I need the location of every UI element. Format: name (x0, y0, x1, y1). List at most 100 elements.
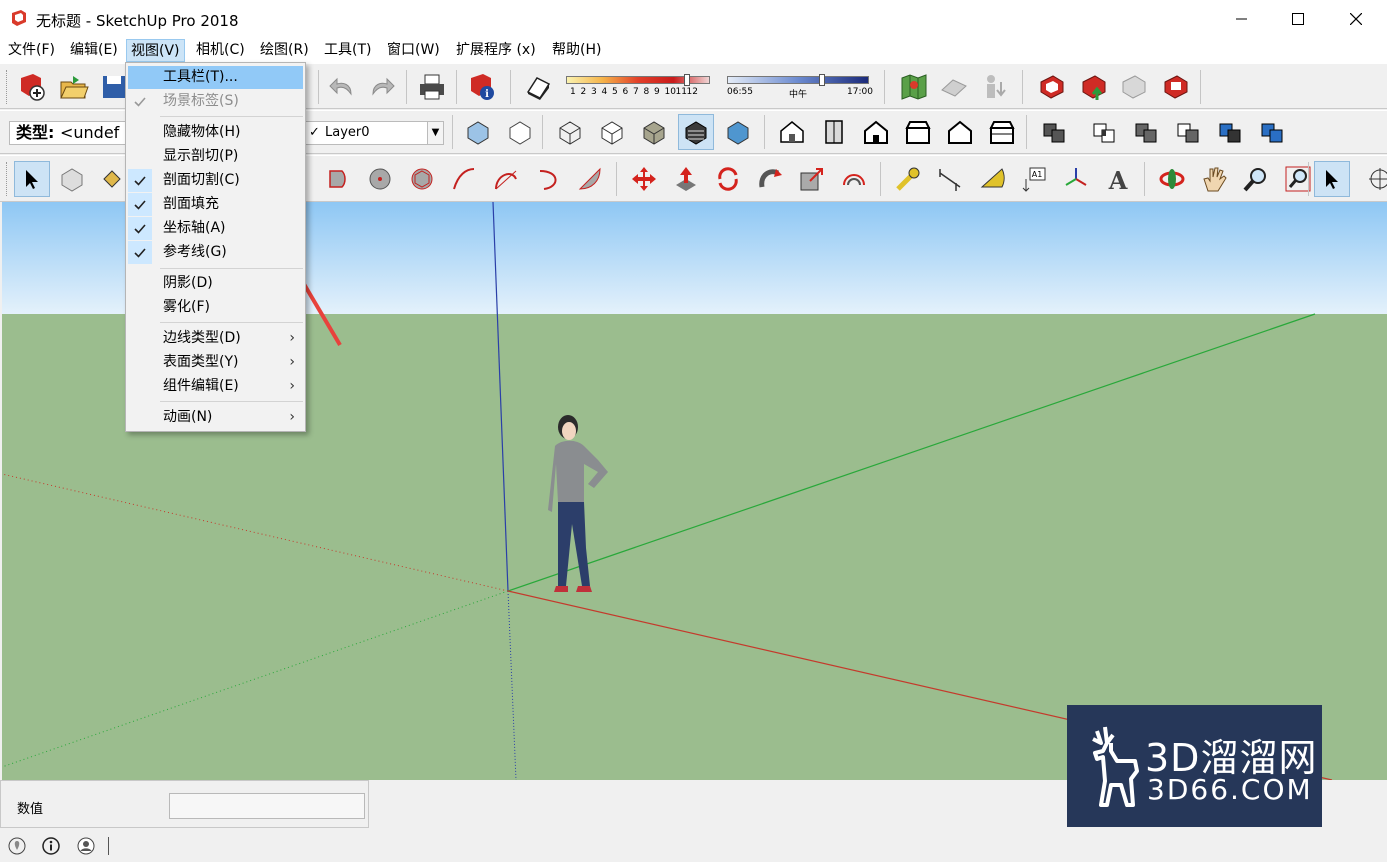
3d-warehouse-button[interactable] (1034, 69, 1070, 105)
push-pull-tool-button[interactable] (668, 161, 704, 197)
iso-view-button[interactable] (774, 114, 810, 150)
3pt-arc-tool-button[interactable] (530, 161, 566, 197)
split-button[interactable] (1254, 114, 1290, 150)
move-tool-button[interactable] (626, 161, 662, 197)
menu-item-face-style[interactable]: 表面类型(Y) › (128, 351, 303, 374)
scale-tool-button[interactable] (794, 161, 830, 197)
shadows-toggle-button[interactable] (520, 69, 556, 105)
pan-tool-button[interactable] (1196, 161, 1232, 197)
month-slider-thumb[interactable] (684, 74, 690, 86)
toolbar-grip[interactable] (6, 70, 9, 104)
menu-camera[interactable]: 相机(C) (192, 39, 249, 62)
shaded-textures-button[interactable] (678, 114, 714, 150)
rotate-tool-button[interactable] (710, 161, 746, 197)
pie-arc-tool-button[interactable] (572, 161, 608, 197)
trim-button[interactable] (1212, 114, 1248, 150)
tape-measure-button[interactable] (890, 161, 926, 197)
menu-item-fog[interactable]: 雾化(F) (128, 296, 303, 319)
protractor-button[interactable] (974, 161, 1010, 197)
top-view-button[interactable] (816, 114, 852, 150)
dimension-tool-button[interactable] (932, 161, 968, 197)
menu-item-hidden-geometry[interactable]: 隐藏物体(H) (128, 121, 303, 144)
dropdown-arrow-icon[interactable]: ▼ (427, 122, 443, 144)
hidden-line-button[interactable] (594, 114, 630, 150)
share-component-button[interactable] (1116, 69, 1152, 105)
menu-item-scene-tabs[interactable]: 场景标签(S) (128, 90, 303, 113)
shadow-time-slider[interactable]: 06:55 中午 17:00 (727, 74, 873, 102)
sketchup-app-icon (12, 10, 26, 26)
monochrome-button[interactable] (720, 114, 756, 150)
back-view-button[interactable] (942, 114, 978, 150)
outer-shell-button[interactable] (1036, 114, 1072, 150)
intersect-button[interactable] (1086, 114, 1122, 150)
menu-tools[interactable]: 工具(T) (320, 39, 375, 62)
menu-item-section-cuts[interactable]: 剖面切割(C) (128, 169, 303, 192)
menu-window[interactable]: 窗口(W) (383, 39, 444, 62)
share-model-button[interactable] (1076, 69, 1112, 105)
menu-view[interactable]: 视图(V) (126, 39, 185, 62)
position-camera-button[interactable] (1356, 161, 1387, 197)
text-tool-button[interactable]: A1 (1016, 161, 1052, 197)
open-file-button[interactable] (56, 69, 92, 105)
make-component-button[interactable] (54, 161, 90, 197)
wireframe-button[interactable] (552, 114, 588, 150)
2pt-arc-tool-button[interactable] (488, 161, 524, 197)
offset-tool-button[interactable] (836, 161, 872, 197)
select-tool-button[interactable] (14, 161, 50, 197)
time-start-label: 06:55 (727, 87, 753, 97)
shadow-month-slider[interactable]: 1 2 3 4 5 6 7 8 9 10 11 12 (566, 74, 714, 102)
extension-warehouse-button[interactable] (1158, 69, 1194, 105)
toolbar-grip[interactable] (6, 162, 9, 196)
orbit-tool-button[interactable] (1154, 161, 1190, 197)
toggle-terrain-button[interactable] (936, 69, 972, 105)
minimize-button[interactable] (1214, 0, 1270, 38)
menu-item-component-edit[interactable]: 组件编辑(E) › (128, 375, 303, 398)
polygon-tool-button[interactable] (404, 161, 440, 197)
select-tool-secondary-button[interactable] (1314, 161, 1350, 197)
3d-text-button[interactable]: A (1100, 161, 1136, 197)
right-view-button[interactable] (900, 114, 936, 150)
menu-help[interactable]: 帮助(H) (548, 39, 605, 62)
back-edges-button[interactable] (502, 114, 538, 150)
undo-button[interactable] (324, 69, 360, 105)
credits-status-button[interactable] (42, 837, 60, 855)
new-file-button[interactable] (14, 69, 50, 105)
pie-tool-button[interactable] (320, 161, 356, 197)
account-status-button[interactable] (77, 837, 95, 855)
menu-item-edge-style[interactable]: 边线类型(D) › (128, 327, 303, 350)
menu-file[interactable]: 文件(F) (4, 39, 59, 62)
union-button[interactable] (1128, 114, 1164, 150)
maximize-button[interactable] (1270, 0, 1326, 38)
print-button[interactable] (414, 69, 450, 105)
geolocation-status-button[interactable] (8, 837, 26, 855)
menu-edit[interactable]: 编辑(E) (66, 39, 122, 62)
menu-item-guides[interactable]: 参考线(G) (128, 241, 303, 264)
follow-me-tool-button[interactable] (752, 161, 788, 197)
layer-select[interactable]: ✓ Layer0 ▼ (304, 121, 444, 145)
add-location-button[interactable] (896, 69, 932, 105)
photo-textures-button[interactable] (976, 69, 1012, 105)
measurements-input[interactable] (169, 793, 365, 819)
zoom-tool-button[interactable] (1238, 161, 1274, 197)
xray-style-button[interactable] (460, 114, 496, 150)
zoom-window-button[interactable] (1280, 161, 1316, 197)
axes-tool-button[interactable] (1058, 161, 1094, 197)
front-view-button[interactable] (858, 114, 894, 150)
menu-item-toolbars[interactable]: 工具栏(T)... (128, 66, 303, 89)
close-button[interactable] (1328, 0, 1384, 38)
model-info-button[interactable]: i (464, 69, 500, 105)
time-slider-thumb[interactable] (819, 74, 825, 86)
menu-item-animation[interactable]: 动画(N) › (128, 406, 303, 429)
left-view-button[interactable] (984, 114, 1020, 150)
arc-tool-button[interactable] (446, 161, 482, 197)
shaded-button[interactable] (636, 114, 672, 150)
menu-item-section-fill[interactable]: 剖面填充 (128, 193, 303, 216)
menu-item-section-planes[interactable]: 显示剖切(P) (128, 145, 303, 168)
menu-extensions[interactable]: 扩展程序 (x) (452, 39, 540, 62)
menu-draw[interactable]: 绘图(R) (256, 39, 313, 62)
redo-button[interactable] (364, 69, 400, 105)
subtract-button[interactable] (1170, 114, 1206, 150)
circle-tool-button[interactable] (362, 161, 398, 197)
menu-item-shadows[interactable]: 阴影(D) (128, 272, 303, 295)
menu-item-axes[interactable]: 坐标轴(A) (128, 217, 303, 240)
